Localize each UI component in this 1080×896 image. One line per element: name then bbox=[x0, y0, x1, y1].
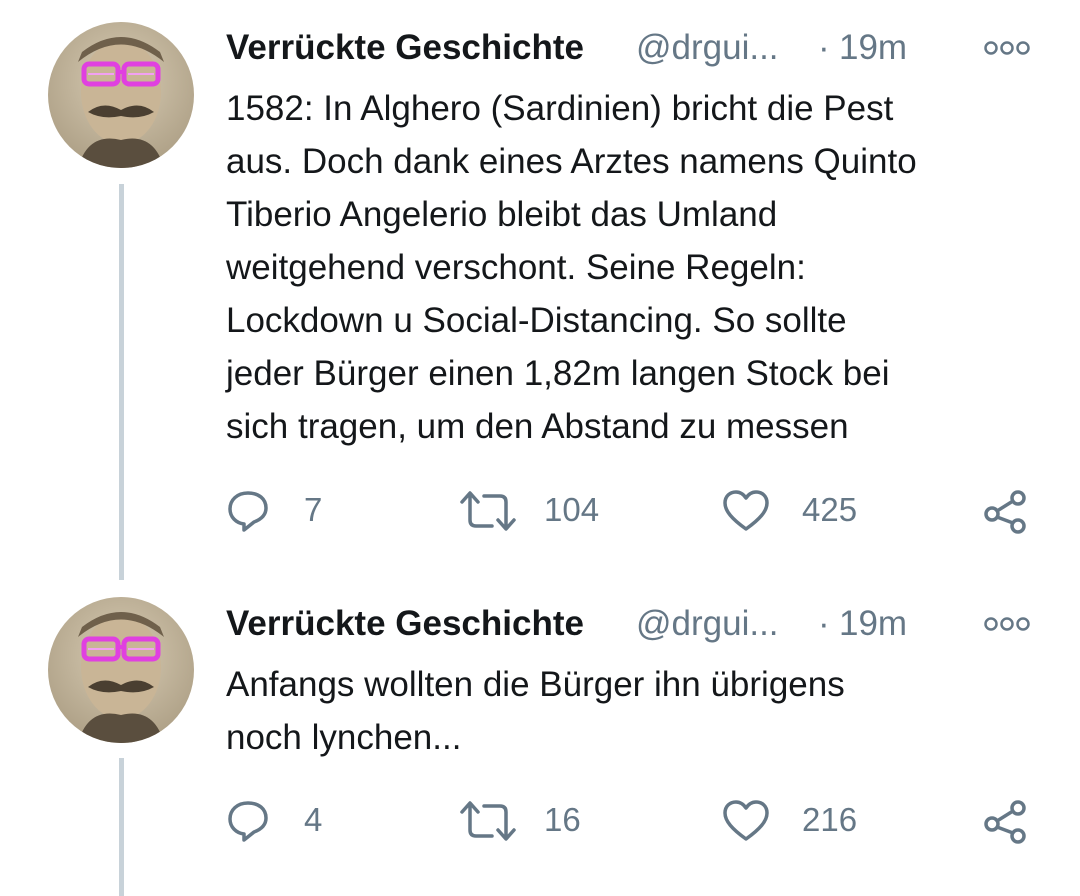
reply-icon bbox=[228, 491, 268, 532]
like-count: 216 bbox=[802, 801, 858, 838]
retweet-icon bbox=[460, 801, 516, 841]
reply-icon bbox=[228, 801, 268, 842]
heart-icon bbox=[723, 800, 769, 841]
display-name[interactable]: Verrückte Geschichte bbox=[226, 600, 584, 648]
tweet-text: Anfangs wollten die Bürger ihn übrigens … bbox=[226, 665, 845, 757]
time-separator: · bbox=[818, 604, 830, 643]
share-button[interactable] bbox=[982, 790, 1032, 850]
reply-count: 7 bbox=[304, 491, 323, 528]
tweet-text: 1582: In Alghero (Sardinien) bricht die … bbox=[226, 89, 917, 446]
share-icon bbox=[984, 490, 1026, 534]
display-name[interactable]: Verrückte Geschichte bbox=[226, 24, 584, 72]
like-count: 425 bbox=[802, 491, 858, 528]
retweet-icon bbox=[460, 491, 516, 531]
retweet-button[interactable]: 104 bbox=[458, 480, 638, 540]
tweet[interactable]: Verrückte Geschichte @drgui... · 19m 158… bbox=[0, 0, 1080, 580]
tweet-actions: 4 16 216 bbox=[226, 790, 1046, 850]
like-button[interactable]: 216 bbox=[722, 790, 902, 850]
retweet-count: 16 bbox=[544, 801, 581, 838]
time-separator: · bbox=[818, 28, 830, 67]
share-icon bbox=[984, 800, 1026, 844]
share-button[interactable] bbox=[982, 480, 1032, 540]
more-options-icon[interactable] bbox=[983, 612, 1031, 636]
heart-icon bbox=[723, 490, 769, 531]
reply-button[interactable]: 4 bbox=[226, 790, 366, 850]
like-button[interactable]: 425 bbox=[722, 480, 902, 540]
tweet[interactable]: Verrückte Geschichte @drgui... · 19m Anf… bbox=[0, 580, 1080, 896]
avatar[interactable] bbox=[48, 597, 194, 743]
thread-line bbox=[119, 758, 124, 896]
retweet-button[interactable]: 16 bbox=[458, 790, 638, 850]
thread-line bbox=[119, 184, 124, 580]
more-options-icon[interactable] bbox=[983, 36, 1031, 60]
reply-count: 4 bbox=[304, 801, 323, 838]
retweet-count: 104 bbox=[544, 491, 600, 528]
user-handle[interactable]: @drgui... bbox=[636, 24, 779, 72]
user-handle[interactable]: @drgui... bbox=[636, 600, 779, 648]
tweet-actions: 7 104 425 bbox=[226, 480, 1046, 540]
reply-button[interactable]: 7 bbox=[226, 480, 366, 540]
timestamp[interactable]: 19m bbox=[839, 24, 907, 72]
timestamp[interactable]: 19m bbox=[839, 600, 907, 648]
avatar[interactable] bbox=[48, 22, 194, 168]
